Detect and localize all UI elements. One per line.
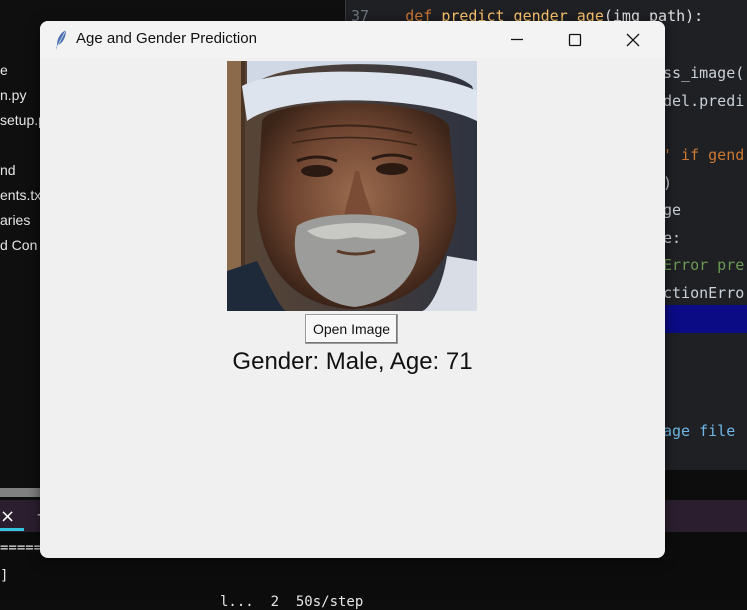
open-image-button[interactable]: Open Image [305,314,398,344]
close-button[interactable] [604,21,662,58]
close-tab-icon[interactable]: × [0,506,15,527]
minimize-button[interactable] [488,21,546,58]
code-line: ge [663,201,682,219]
scrollbar[interactable] [0,488,40,497]
terminal-line: l... 2 50s/step [220,594,364,610]
code-line: ss_image( [663,64,745,82]
code-line: Error pre [663,256,745,274]
active-tab-indicator [0,528,24,531]
terminal-line: ] [0,568,9,584]
code-line: e: [663,229,682,247]
explorer-item[interactable]: d Con [0,237,37,253]
title-bar[interactable]: Age and Gender Prediction [40,21,665,58]
feather-icon [56,29,67,50]
terminal-line: ===== [0,540,43,556]
app-window: Age and Gender Prediction Open Image Gen… [40,21,665,558]
code-line: age file [663,422,736,440]
window-title: Age and Gender Prediction [76,30,257,47]
explorer-item[interactable]: aries [0,212,30,228]
portrait-photo-drawing [227,61,477,311]
code-line: ctionErro [663,284,745,302]
code-line: del.predi [663,92,745,110]
explorer-item[interactable]: ents.tx [0,187,41,203]
editor-line-highlight [657,305,747,333]
code-line: ' if gend [663,146,745,164]
close-icon [626,33,640,47]
maximize-icon [568,33,582,47]
explorer-item[interactable]: e [0,62,8,78]
maximize-button[interactable] [546,21,604,58]
minimize-icon [511,38,523,41]
explorer-item[interactable]: nd [0,162,16,178]
explorer-item[interactable]: n.py [0,87,26,103]
prediction-result-label: Gender: Male, Age: 71 [232,348,473,375]
portrait-image [227,61,477,311]
